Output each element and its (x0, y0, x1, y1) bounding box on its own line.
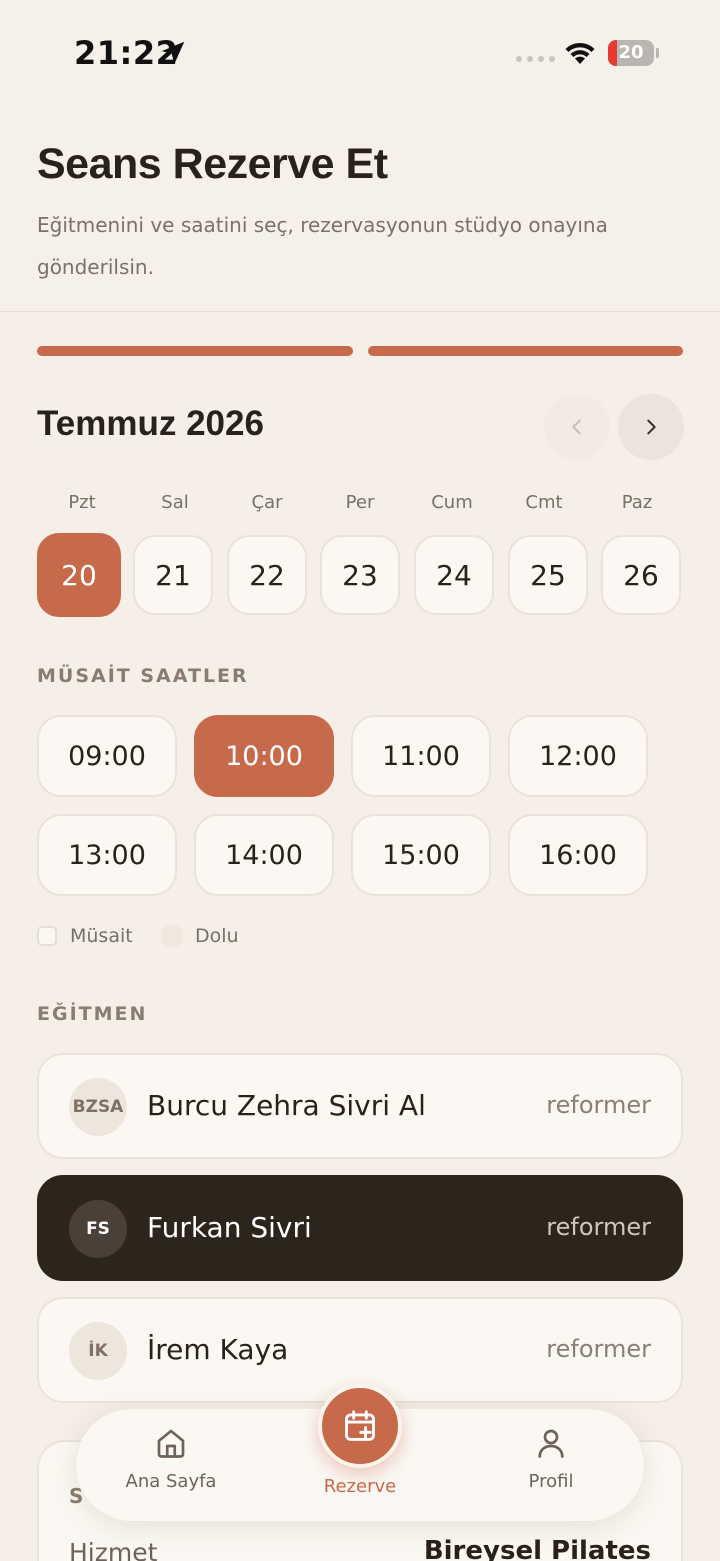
trainer-avatar: FS (69, 1200, 127, 1258)
legend-full-label: Dolu (195, 925, 239, 947)
chevron-left-icon (572, 419, 581, 435)
home-icon (157, 1429, 185, 1458)
user-icon (538, 1429, 564, 1458)
trainer-type: reformer (546, 1091, 651, 1119)
legend-full-swatch (162, 926, 182, 946)
battery-icon: 20 (608, 40, 659, 66)
trainer-section-label: EĞİTMEN (37, 1003, 148, 1025)
trainer-name: Burcu Zehra Sivri Al (147, 1089, 426, 1122)
time-slot-selected[interactable]: 10:00 (194, 715, 334, 797)
progress-step-1 (37, 346, 353, 356)
wifi-icon (565, 42, 595, 64)
trainer-type: reformer (546, 1213, 651, 1241)
trainer-name: İrem Kaya (147, 1333, 289, 1366)
nav-reserve-button[interactable] (318, 1384, 402, 1468)
summary-service-value: Bireysel Pilates (423, 1536, 651, 1561)
calendar-plus-icon (345, 1410, 375, 1441)
day-button[interactable]: 23 (320, 535, 400, 615)
trainer-option[interactable]: BZSA Burcu Zehra Sivri Al reformer (37, 1053, 683, 1159)
time-slot[interactable]: 09:00 (37, 715, 177, 797)
next-week-button[interactable] (618, 394, 684, 460)
summary-service-key: Hizmet (69, 1538, 158, 1561)
legend-available-label: Müsait (70, 925, 133, 947)
day-button[interactable]: 26 (601, 535, 681, 615)
nav-home-label: Ana Sayfa (125, 1471, 217, 1492)
location-arrow-icon (161, 41, 185, 65)
weekday-label: Sal (161, 492, 189, 513)
weekday-label: Çar (251, 492, 283, 513)
status-bar: 21:22 20 (0, 0, 720, 110)
progress-step-2 (368, 346, 683, 356)
weekday-label: Per (345, 492, 375, 513)
trainer-avatar: BZSA (69, 1078, 127, 1136)
battery-level: 20 (618, 42, 644, 63)
month-title: Temmuz 2026 (37, 404, 264, 443)
time-slot[interactable]: 14:00 (194, 814, 334, 896)
nav-profile[interactable]: Profil (476, 1409, 626, 1523)
day-button[interactable]: 25 (508, 535, 588, 615)
weekday-label: Pzt (68, 492, 96, 513)
day-button[interactable]: 24 (414, 535, 494, 615)
weekday-label: Paz (621, 492, 653, 513)
day-button[interactable]: 21 (133, 535, 213, 615)
day-button[interactable]: 22 (227, 535, 307, 615)
time-slot[interactable]: 15:00 (351, 814, 491, 896)
weekday-label: Cmt (525, 492, 563, 513)
day-button-selected[interactable]: 20 (37, 533, 121, 617)
available-times-label: MÜSAİT SAATLER (37, 665, 249, 687)
trainer-name: Furkan Sivri (147, 1211, 312, 1244)
page-title: Seans Rezerve Et (37, 140, 388, 188)
time-slot[interactable]: 16:00 (508, 814, 648, 896)
legend-available-swatch (37, 926, 57, 946)
trainer-type: reformer (546, 1335, 651, 1363)
chevron-right-icon (647, 419, 656, 435)
page-subtitle: Eğitmenini ve saatini seç, rezervasyonun… (37, 213, 608, 279)
time-slot[interactable]: 11:00 (351, 715, 491, 797)
trainer-avatar: İK (69, 1322, 127, 1380)
time-slot[interactable]: 12:00 (508, 715, 648, 797)
weekday-label: Cum (431, 492, 473, 513)
page-header: Seans Rezerve Et Eğitmenini ve saatini s… (0, 110, 720, 312)
nav-reserve-label: Rezerve (323, 1476, 397, 1497)
nav-profile-label: Profil (528, 1471, 574, 1492)
prev-week-button[interactable] (544, 394, 610, 460)
trainer-option-selected[interactable]: FS Furkan Sivri reformer (37, 1175, 683, 1281)
time-slot[interactable]: 13:00 (37, 814, 177, 896)
cellular-signal-icon (516, 56, 555, 62)
nav-home[interactable]: Ana Sayfa (96, 1409, 246, 1523)
